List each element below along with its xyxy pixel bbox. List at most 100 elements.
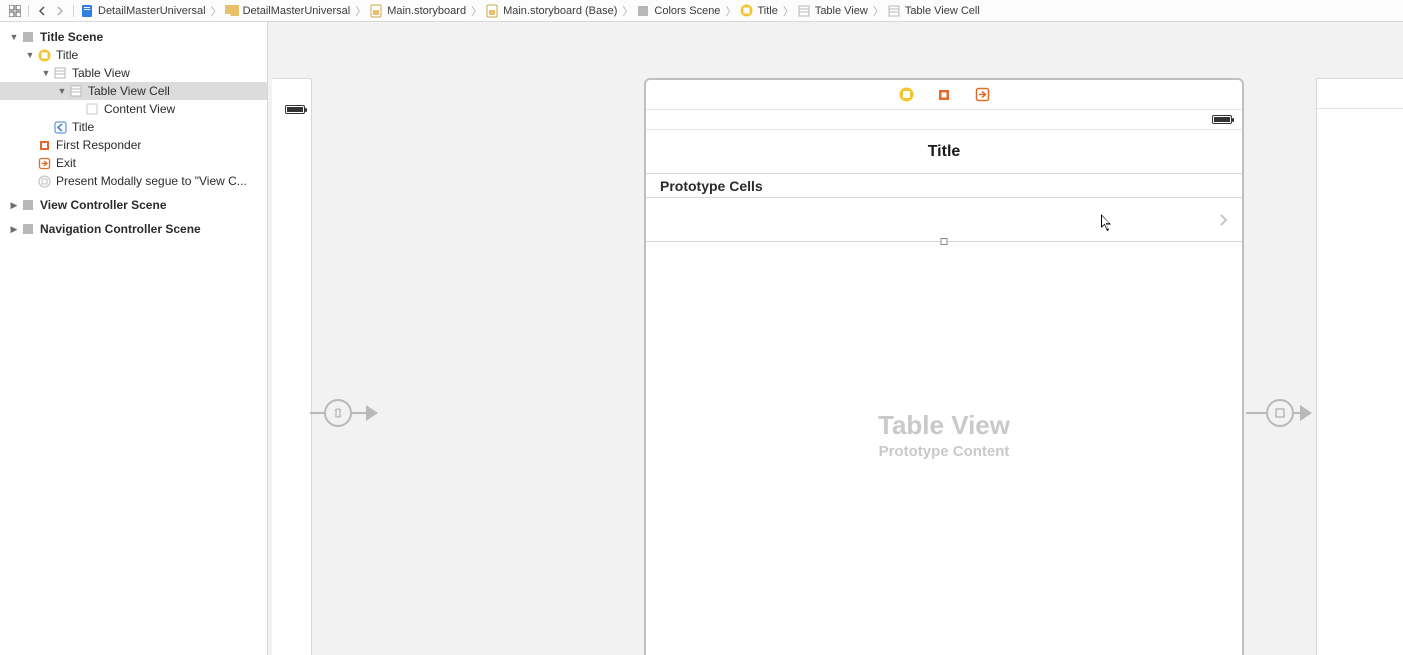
first-responder-icon — [36, 137, 52, 153]
project-icon — [80, 4, 94, 18]
outline-title-vc[interactable]: ▼ Title — [0, 46, 267, 64]
crumb-storyboard-file[interactable]: Main.storyboard — [367, 1, 470, 21]
outline-tableview[interactable]: ▼ Table View — [0, 64, 267, 82]
tableview-placeholder: Table View Prototype Content — [646, 410, 1242, 460]
outline-label: Table View — [72, 66, 130, 80]
arrowhead-icon — [366, 405, 378, 421]
jump-bar: DetailMasterUniversal 〉 DetailMasterUniv… — [0, 0, 1403, 22]
outline-label: View Controller Scene — [40, 198, 167, 212]
crumb-label: Title — [757, 5, 777, 17]
prototype-cells-label: Prototype Cells — [660, 178, 763, 194]
crumb-storyboard-base[interactable]: Main.storyboard (Base) — [483, 1, 621, 21]
storyboard-base-icon — [485, 4, 499, 18]
storyboard-canvas[interactable]: Title Prototype Cells Table View Prototy… — [268, 22, 1403, 655]
outline-label: Title — [56, 48, 78, 62]
scene-icon — [20, 197, 36, 213]
outline-nav-scene[interactable]: ▶ Navigation Controller Scene — [0, 220, 267, 238]
outline-content-view[interactable]: Content View — [0, 100, 267, 118]
segue-line — [310, 412, 324, 414]
crumb-project[interactable]: DetailMasterUniversal — [78, 1, 210, 21]
resize-handle[interactable] — [941, 238, 948, 245]
placeholder-title: Table View — [646, 410, 1242, 441]
tableview-icon — [52, 65, 68, 81]
outline-label: Table View Cell — [88, 84, 170, 98]
disclosure-triangle-icon[interactable]: ▶ — [8, 224, 20, 235]
outline-first-responder[interactable]: First Responder — [0, 136, 267, 154]
crumb-tableview[interactable]: Table View — [795, 1, 872, 21]
viewcontroller-icon — [36, 47, 52, 63]
outline-navitem[interactable]: Title — [0, 118, 267, 136]
scene-icon — [636, 4, 650, 18]
disclosure-indicator-icon — [1219, 213, 1228, 227]
chevron-right-icon: 〉 — [724, 3, 737, 19]
outline-label: Present Modally segue to "View C... — [56, 174, 247, 188]
main-split: ▼ Title Scene ▼ Title ▼ Table View ▼ Tab… — [0, 22, 1403, 655]
battery-icon — [285, 105, 305, 114]
scene-dock: View Controller — [1317, 79, 1403, 109]
navitem-icon — [52, 119, 68, 135]
outline-label: Exit — [56, 156, 76, 170]
crumb-label: Table View — [815, 5, 868, 17]
divider — [73, 5, 74, 17]
chevron-right-icon: 〉 — [872, 3, 885, 19]
viewcontroller-icon[interactable] — [898, 87, 914, 103]
crumb-label: Main.storyboard — [387, 5, 466, 17]
viewcontroller-icon — [739, 4, 753, 18]
outline-exit[interactable]: Exit — [0, 154, 267, 172]
crumb-label: Table View Cell — [905, 5, 980, 17]
disclosure-triangle-icon[interactable]: ▼ — [8, 32, 20, 42]
chevron-right-icon: 〉 — [210, 3, 223, 19]
prototype-cells-header: Prototype Cells — [646, 174, 1242, 198]
storyboard-file-icon — [369, 4, 383, 18]
cell-icon — [887, 4, 901, 18]
exit-icon[interactable] — [974, 87, 990, 103]
folder-icon — [225, 4, 239, 18]
outline-label: Content View — [104, 102, 175, 116]
first-responder-icon[interactable] — [936, 87, 952, 103]
segue-arrow-right[interactable] — [1246, 399, 1312, 427]
divider — [28, 5, 29, 17]
crumb-cell[interactable]: Table View Cell — [885, 1, 984, 21]
disclosure-triangle-icon[interactable]: ▼ — [24, 50, 36, 60]
disclosure-triangle-icon[interactable]: ▼ — [40, 68, 52, 78]
cell-icon — [68, 83, 84, 99]
view-icon — [84, 101, 100, 117]
crumb-viewcontroller[interactable]: Title — [737, 1, 781, 21]
chevron-right-icon: 〉 — [470, 3, 483, 19]
segue-arrow-left[interactable] — [310, 399, 378, 427]
outline-tableview-cell[interactable]: ▼ Table View Cell — [0, 82, 267, 100]
outline-vc-scene[interactable]: ▶ View Controller Scene — [0, 196, 267, 214]
crumb-label: DetailMasterUniversal — [98, 5, 206, 17]
table-view-cell[interactable] — [646, 198, 1242, 242]
cursor-icon — [1101, 214, 1113, 232]
outline-label: First Responder — [56, 138, 141, 152]
crumb-folder[interactable]: DetailMasterUniversal — [223, 1, 355, 21]
nav-back-button[interactable] — [33, 3, 51, 19]
left-adjacent-scene[interactable] — [272, 78, 312, 655]
document-outline[interactable]: ▼ Title Scene ▼ Title ▼ Table View ▼ Tab… — [0, 22, 268, 655]
outline-segue[interactable]: Present Modally segue to "View C... — [0, 172, 267, 190]
battery-icon — [1212, 115, 1232, 124]
placeholder-subtitle: Prototype Content — [646, 443, 1242, 460]
chevron-right-icon: 〉 — [354, 3, 367, 19]
right-adjacent-scene[interactable]: View Controller — [1316, 78, 1403, 655]
status-bar — [646, 110, 1242, 130]
outline-label: Title Scene — [40, 30, 103, 44]
navigation-bar[interactable]: Title — [646, 130, 1242, 174]
nav-forward-button[interactable] — [51, 3, 69, 19]
scene-icon — [20, 221, 36, 237]
disclosure-triangle-icon[interactable]: ▶ — [8, 200, 20, 211]
segue-line — [1246, 412, 1266, 414]
tableview-icon — [797, 4, 811, 18]
crumb-scene[interactable]: Colors Scene — [634, 1, 724, 21]
disclosure-triangle-icon[interactable]: ▼ — [56, 86, 68, 96]
crumb-label: DetailMasterUniversal — [243, 5, 351, 17]
outline-label: Title — [72, 120, 94, 134]
title-scene-frame[interactable]: Title Prototype Cells Table View Prototy… — [644, 78, 1244, 655]
outline-label: Navigation Controller Scene — [40, 222, 201, 236]
arrowhead-icon — [1300, 405, 1312, 421]
exit-icon — [36, 155, 52, 171]
outline-title-scene[interactable]: ▼ Title Scene — [0, 28, 267, 46]
segue-line — [352, 412, 366, 414]
related-items-icon[interactable] — [6, 3, 24, 19]
